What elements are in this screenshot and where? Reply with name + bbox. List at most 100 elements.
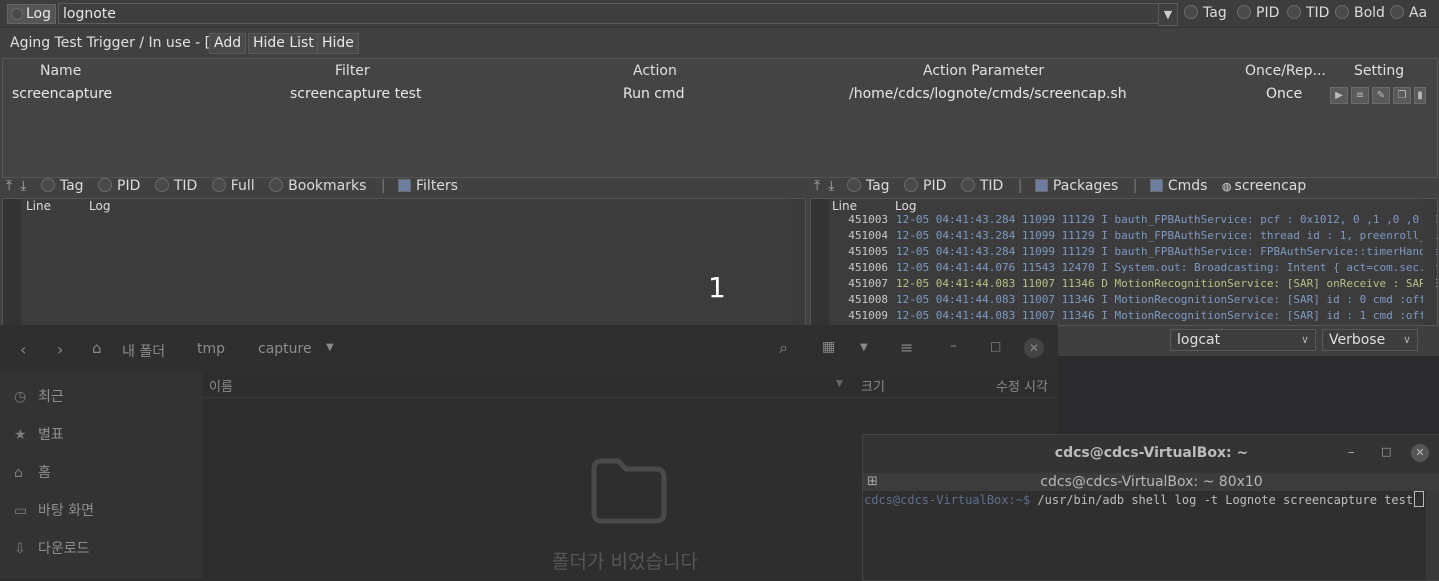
- terminal-body[interactable]: cdcs@cdcs-VirtualBox:~$ /usr/bin/adb she…: [863, 491, 1426, 580]
- log-level-select[interactable]: Verbose ∨: [1322, 329, 1418, 351]
- close-icon[interactable]: ✕: [1024, 338, 1044, 358]
- radio-icon: [98, 178, 113, 192]
- tag-option[interactable]: Tag: [1184, 5, 1227, 21]
- bold-option[interactable]: Bold: [1335, 5, 1385, 21]
- copy-icon[interactable]: ❐: [1393, 87, 1411, 104]
- pid-option[interactable]: PID: [1237, 5, 1279, 21]
- search-icon[interactable]: ⌕: [779, 338, 788, 358]
- log-source-value: logcat: [1177, 332, 1221, 348]
- radio-icon: [1237, 5, 1251, 19]
- grid-view-icon[interactable]: ▦: [822, 339, 835, 355]
- terminal-cursor: [1414, 491, 1425, 507]
- sidebar-item-home[interactable]: ⌂ 홈: [14, 462, 51, 482]
- log-toggle-button[interactable]: Log: [7, 4, 57, 24]
- menu-icon[interactable]: ≡: [900, 338, 913, 357]
- column-name[interactable]: 이름: [209, 376, 233, 395]
- sidebar-item-starred[interactable]: ★ 별표: [14, 424, 64, 444]
- chevron-down-icon: ∨: [1402, 333, 1411, 346]
- tid-option[interactable]: TID: [1287, 5, 1329, 21]
- chevron-down-icon[interactable]: ▼: [326, 342, 334, 353]
- sidebar-item-downloads[interactable]: ⇩ 다운로드: [14, 538, 90, 558]
- breadcrumb-capture[interactable]: capture: [258, 341, 312, 357]
- list-icon[interactable]: ≡: [1351, 87, 1369, 104]
- screencap-icon: ◍: [1221, 180, 1232, 193]
- breadcrumb-tmp[interactable]: tmp: [197, 341, 225, 357]
- terminal-line: cdcs@cdcs-VirtualBox:~$ /usr/bin/adb she…: [864, 491, 1425, 507]
- left-log-panel[interactable]: Line Log 1: [2, 198, 806, 326]
- right-pid-label: PID: [923, 178, 947, 194]
- log-line[interactable]: 451007 12-05 04:41:44.083 11007 11346 D M…: [834, 277, 1437, 293]
- right-tid-toggle[interactable]: TID: [960, 178, 1003, 194]
- run-icon[interactable]: ▶: [1330, 87, 1348, 104]
- left-filters-toggle[interactable]: Filters: [398, 178, 458, 194]
- log-line[interactable]: 451005 12-05 04:41:43.284 11099 11129 I b…: [834, 245, 1437, 261]
- pid-option-label: PID: [1256, 5, 1280, 21]
- maximize-icon[interactable]: □: [990, 339, 1001, 353]
- edit-icon[interactable]: ✎: [1372, 87, 1390, 104]
- sidebar-item-label: 홈: [38, 465, 51, 481]
- left-pid-label: PID: [117, 178, 141, 194]
- forward-icon[interactable]: ›: [57, 340, 63, 359]
- hide-button[interactable]: Hide: [317, 33, 359, 54]
- maximize-icon[interactable]: □: [1381, 445, 1391, 458]
- log-filter-input[interactable]: [58, 3, 1168, 24]
- radio-icon: [154, 178, 169, 192]
- scroll-top-icon[interactable]: ⤒: [814, 178, 820, 194]
- right-packages-toggle[interactable]: Packages: [1034, 178, 1118, 194]
- log-level-value: Verbose: [1329, 332, 1386, 348]
- minimize-icon[interactable]: –: [950, 338, 957, 354]
- left-log-scrollbar[interactable]: [791, 199, 804, 325]
- scroll-top-icon[interactable]: ⤒: [6, 178, 12, 194]
- left-tid-label: TID: [173, 178, 198, 194]
- separator: |: [1132, 178, 1138, 194]
- log-line-text: 12-05 04:41:43.284 11099 11129 I bauth_F…: [896, 213, 1438, 226]
- close-icon[interactable]: ✕: [1411, 444, 1429, 462]
- left-full-toggle[interactable]: Full: [211, 178, 255, 194]
- right-log-panel[interactable]: Line Log 451003 12-05 04:41:43.284 11099 …: [810, 198, 1438, 326]
- right-pid-toggle[interactable]: PID: [904, 178, 946, 194]
- sidebar-item-recent[interactable]: ◷ 최근: [14, 386, 64, 406]
- log-radio-icon: [11, 8, 23, 20]
- log-line[interactable]: 451008 12-05 04:41:44.083 11007 11346 I M…: [834, 293, 1426, 309]
- log-source-select[interactable]: logcat ∨: [1170, 329, 1316, 351]
- home-icon[interactable]: ⌂: [92, 339, 102, 357]
- left-col-log: Log: [89, 199, 111, 213]
- breadcrumb-my-folder[interactable]: 내 폴더: [122, 341, 165, 361]
- case-option[interactable]: Aa: [1390, 5, 1427, 21]
- column-modified[interactable]: 수정 시각: [996, 376, 1048, 395]
- delete-icon[interactable]: ▮: [1414, 87, 1426, 104]
- right-tag-toggle[interactable]: Tag: [846, 178, 890, 194]
- log-line[interactable]: 451009 12-05 04:41:44.083 11007 11346 I M…: [834, 309, 1426, 325]
- checkbox-icon: [1034, 179, 1048, 192]
- right-log-scrollbar[interactable]: [1423, 199, 1436, 325]
- log-line[interactable]: 451004 12-05 04:41:43.284 11099 11129 I b…: [834, 229, 1437, 245]
- right-screencap-toggle[interactable]: ◍ screencap: [1222, 178, 1306, 194]
- right-col-log: Log: [895, 199, 917, 213]
- left-bookmarks-toggle[interactable]: Bookmarks: [269, 178, 366, 194]
- terminal-scrollbar[interactable]: [1426, 491, 1439, 580]
- overlay-number: 1: [708, 271, 726, 304]
- left-tid-toggle[interactable]: TID: [154, 178, 198, 194]
- scroll-bottom-icon[interactable]: ⤓: [20, 178, 26, 194]
- view-options-icon[interactable]: ▼: [860, 342, 868, 353]
- back-icon[interactable]: ‹: [20, 340, 26, 359]
- terminal-tab-title[interactable]: cdcs@cdcs-VirtualBox: ~ 80x10: [863, 474, 1439, 490]
- sort-icon[interactable]: ▼: [836, 379, 843, 389]
- table-row[interactable]: [3, 83, 1437, 105]
- right-cmds-toggle[interactable]: Cmds: [1149, 178, 1207, 194]
- log-source-bar: logcat ∨ Verbose ∨: [1056, 326, 1439, 356]
- column-header-filter: Filter: [335, 63, 370, 79]
- hide-list-button[interactable]: Hide List: [248, 33, 319, 54]
- radio-icon: [1287, 5, 1301, 19]
- scroll-bottom-icon[interactable]: ⤓: [828, 178, 834, 194]
- column-size[interactable]: 크기: [861, 376, 885, 395]
- left-pid-toggle[interactable]: PID: [98, 178, 140, 194]
- minimize-icon[interactable]: –: [1348, 445, 1355, 460]
- sidebar-item-desktop[interactable]: ▭ 바탕 화면: [14, 500, 94, 520]
- add-button[interactable]: Add: [209, 33, 247, 54]
- chevron-down-icon[interactable]: ▼: [1158, 3, 1178, 26]
- log-line[interactable]: 451003 12-05 04:41:43.284 11099 11129 I b…: [834, 213, 1437, 229]
- log-line[interactable]: 451006 12-05 04:41:44.076 11543 12470 I S…: [834, 261, 1437, 277]
- left-tag-toggle[interactable]: Tag: [40, 178, 84, 194]
- chevron-down-icon: ∨: [1300, 333, 1309, 346]
